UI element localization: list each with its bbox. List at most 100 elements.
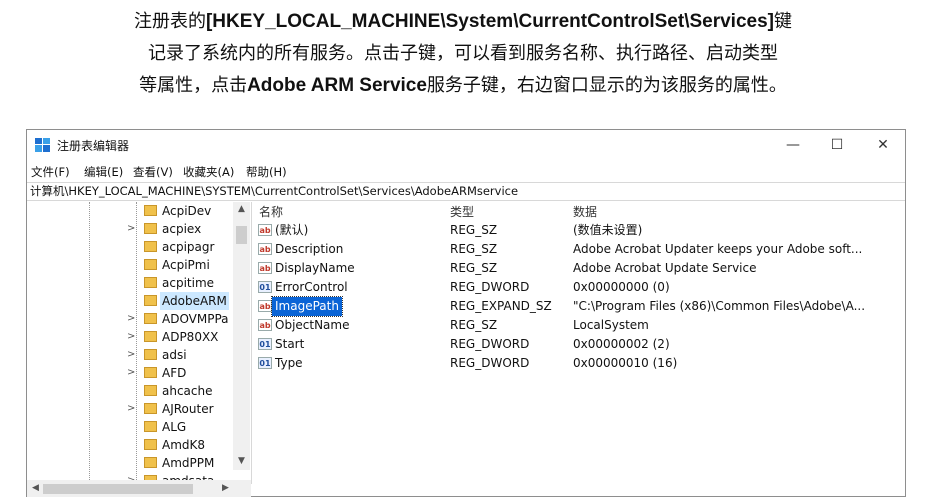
tree-item[interactable]: > AFD	[27, 364, 233, 382]
value-name: DisplayName	[275, 261, 355, 275]
string-value-icon: ab	[258, 319, 272, 331]
folder-icon	[144, 313, 157, 324]
tree-item-label: ALG	[162, 420, 187, 434]
menu-help[interactable]: 帮助(H)	[246, 164, 287, 180]
minimize-button[interactable]: —	[777, 135, 809, 155]
menu-edit[interactable]: 编辑(E)	[84, 164, 123, 180]
value-row[interactable]: ab Description REG_SZ Adobe Acrobat Upda…	[255, 240, 905, 259]
expand-icon[interactable]: >	[127, 364, 137, 382]
folder-icon	[144, 205, 157, 216]
tree-item[interactable]: > AJRouter	[27, 400, 233, 418]
value-row[interactable]: ab DisplayName REG_SZ Adobe Acrobat Upda…	[255, 259, 905, 278]
folder-icon	[144, 367, 157, 378]
caption-service-name: Adobe ARM Service	[247, 75, 427, 96]
maximize-button[interactable]: ☐	[821, 135, 853, 155]
close-button[interactable]: ✕	[867, 135, 899, 155]
caption-text: 键	[774, 11, 792, 32]
folder-icon	[144, 403, 157, 414]
tree-item[interactable]: AmdPPM	[27, 454, 233, 472]
value-name: (默认)	[275, 223, 309, 237]
value-type: REG_SZ	[450, 242, 498, 256]
string-value-icon: ab	[258, 262, 272, 274]
expand-icon[interactable]: >	[127, 328, 137, 346]
value-data: LocalSystem	[573, 318, 649, 332]
tree-item-label: ahcache	[162, 384, 213, 398]
value-type: REG_SZ	[450, 261, 498, 275]
folder-icon	[144, 331, 157, 342]
caption-text: 注册表的	[133, 11, 206, 32]
tree-item[interactable]: ALG	[27, 418, 233, 436]
binary-value-icon: 01	[258, 281, 272, 293]
value-data: 0x00000002 (2)	[573, 337, 670, 351]
tree-item-label: AcpiDev	[162, 204, 212, 218]
value-type: REG_SZ	[450, 223, 498, 237]
value-data: (数值未设置)	[573, 223, 643, 237]
scroll-left-icon[interactable]: ◀	[27, 483, 44, 493]
tree-item-label: AdobeARM	[160, 292, 229, 310]
scroll-thumb[interactable]	[236, 226, 247, 244]
tree-item-label: ADP80XX	[162, 330, 219, 344]
tree-item[interactable]: acpitime	[27, 274, 233, 292]
value-row[interactable]: 01 ErrorControl REG_DWORD 0x00000000 (0)	[255, 278, 905, 297]
tree-item[interactable]: > adsi	[27, 346, 233, 364]
tree-item-label: ADOVMPPa	[162, 312, 229, 326]
value-row[interactable]: ab ObjectName REG_SZ LocalSystem	[255, 316, 905, 335]
caption-text: 服务子键，右边窗口显示的为该服务的属性。	[426, 75, 787, 96]
menu-view[interactable]: 查看(V)	[133, 164, 173, 180]
column-header-type[interactable]: 类型	[450, 203, 474, 220]
tree-item[interactable]: > ADOVMPPa	[27, 310, 233, 328]
caption-line-3: 等属性，点击Adobe ARM Service服务子键，右边窗口显示的为该服务的…	[0, 70, 926, 102]
scroll-right-icon[interactable]: ▶	[217, 483, 234, 493]
tree-horizontal-scrollbar[interactable]: ◀ ▶	[27, 480, 251, 497]
string-value-icon: ab	[258, 224, 272, 236]
value-type: REG_DWORD	[450, 280, 530, 294]
expand-icon[interactable]: >	[127, 310, 137, 328]
menu-file[interactable]: 文件(F)	[31, 164, 70, 180]
tree-item[interactable]: AmdK8	[27, 436, 233, 454]
key-tree: AcpiDev > acpiex acpipagr AcpiPmi acpitim…	[27, 202, 252, 484]
title-bar[interactable]: 注册表编辑器 — ☐ ✕	[27, 130, 905, 160]
tree-item[interactable]: > acpiex	[27, 220, 233, 238]
expand-icon[interactable]: >	[127, 220, 137, 238]
address-bar[interactable]: 计算机\HKEY_LOCAL_MACHINE\SYSTEM\CurrentCon…	[27, 182, 905, 201]
tree-item-label: AmdK8	[162, 438, 206, 452]
value-row[interactable]: ab (默认) REG_SZ (数值未设置)	[255, 221, 905, 240]
folder-icon	[144, 259, 157, 270]
column-header-data[interactable]: 数据	[573, 203, 597, 220]
regedit-window: 注册表编辑器 — ☐ ✕ 文件(F) 编辑(E) 查看(V) 收藏夹(A) 帮助…	[26, 129, 906, 497]
value-name: ImagePath	[271, 296, 343, 317]
tree-item[interactable]: acpipagr	[27, 238, 233, 256]
value-data: 0x00000000 (0)	[573, 280, 670, 294]
scroll-down-icon[interactable]: ▼	[233, 456, 250, 466]
scroll-thumb[interactable]	[43, 484, 193, 494]
folder-icon	[144, 223, 157, 234]
folder-icon	[144, 295, 157, 306]
menu-favorites[interactable]: 收藏夹(A)	[183, 164, 234, 180]
folder-icon	[144, 439, 157, 450]
value-row[interactable]: 01 Type REG_DWORD 0x00000010 (16)	[255, 354, 905, 373]
binary-value-icon: 01	[258, 357, 272, 369]
tree-item[interactable]: AcpiDev	[27, 202, 233, 220]
value-data: Adobe Acrobat Updater keeps your Adobe s…	[573, 242, 863, 256]
tree-vertical-scrollbar[interactable]: ▲ ▼	[233, 202, 250, 470]
expand-icon[interactable]: >	[127, 400, 137, 418]
value-row[interactable]: 01 Start REG_DWORD 0x00000002 (2)	[255, 335, 905, 354]
folder-icon	[144, 421, 157, 432]
value-row-selected[interactable]: ab ImagePath REG_EXPAND_SZ "C:\Program F…	[255, 296, 905, 317]
caption-line-1: 注册表的[HKEY_LOCAL_MACHINE\System\CurrentCo…	[0, 6, 926, 38]
value-data: Adobe Acrobat Update Service	[573, 261, 757, 275]
caption: 注册表的[HKEY_LOCAL_MACHINE\System\CurrentCo…	[0, 6, 926, 102]
value-type: REG_EXPAND_SZ	[450, 299, 552, 313]
value-name: ErrorControl	[275, 280, 348, 294]
tree-item-label: acpitime	[162, 276, 215, 290]
column-header-name[interactable]: 名称	[259, 203, 283, 220]
tree-item[interactable]: AcpiPmi	[27, 256, 233, 274]
expand-icon[interactable]: >	[127, 346, 137, 364]
scroll-up-icon[interactable]: ▲	[233, 204, 250, 214]
value-data: 0x00000010 (16)	[573, 356, 678, 370]
tree-item[interactable]: ahcache	[27, 382, 233, 400]
values-list: 名称 类型 数据 ab (默认) REG_SZ (数值未设置) ab Descr…	[255, 202, 905, 492]
tree-item[interactable]: > ADP80XX	[27, 328, 233, 346]
tree-item-label: AJRouter	[162, 402, 214, 416]
tree-item-selected[interactable]: AdobeARM	[27, 292, 233, 310]
